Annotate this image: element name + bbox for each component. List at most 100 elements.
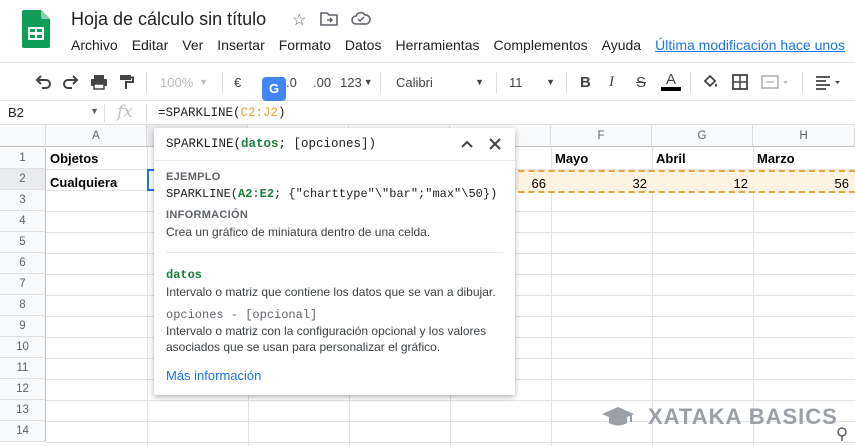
increase-decimals-button[interactable]: .00 xyxy=(313,71,331,93)
text-color-button[interactable]: A xyxy=(661,71,681,93)
sheets-app: Hoja de cálculo sin título ☆ Archivo Edi… xyxy=(0,0,855,446)
text-color-label: A xyxy=(665,71,676,88)
redo-icon[interactable] xyxy=(62,71,80,93)
row-header-3[interactable]: 3 xyxy=(0,190,46,211)
chevron-down-icon: ▼ xyxy=(363,77,373,87)
row-header-9[interactable]: 9 xyxy=(0,316,46,337)
merge-cells-icon[interactable] xyxy=(760,71,790,93)
cell-a2[interactable]: Cualquiera xyxy=(50,172,117,193)
font-family-select[interactable]: Calibri ▼ xyxy=(396,71,484,93)
arg2-name: opciones - [opcional] xyxy=(166,308,318,322)
italic-button[interactable]: I xyxy=(609,71,614,93)
menu-ayuda[interactable]: Ayuda xyxy=(595,37,648,55)
column-header-h[interactable]: H xyxy=(753,125,855,147)
google-translate-icon[interactable]: G xyxy=(262,77,286,101)
column-header-g[interactable]: G xyxy=(652,125,753,147)
arg1-name: datos xyxy=(166,268,203,282)
cell-f2[interactable]: 32 xyxy=(551,173,652,194)
cell-h2[interactable]: 56 xyxy=(753,173,854,194)
strikethrough-button[interactable]: S xyxy=(636,71,646,93)
row-header-11[interactable]: 11 xyxy=(0,358,46,379)
formula-input[interactable]: =SPARKLINE(C2:J2) xyxy=(158,106,286,120)
row-header-7[interactable]: 7 xyxy=(0,274,46,295)
signature-rest: ; [opciones]) xyxy=(278,137,377,151)
function-signature: SPARKLINE(datos; [opciones]) xyxy=(166,137,376,151)
text-color-swatch xyxy=(661,87,681,91)
undo-icon[interactable] xyxy=(34,71,52,93)
chevron-down-icon[interactable]: ▼ xyxy=(90,106,99,116)
paint-format-icon[interactable] xyxy=(118,71,134,93)
formula-help-popup: SPARKLINE(datos; [opciones]) EJEMPLO SPA… xyxy=(154,128,515,395)
font-family-value: Calibri xyxy=(396,74,433,90)
cell-a1[interactable]: Objetos xyxy=(50,148,98,169)
row-header-5[interactable]: 5 xyxy=(0,232,46,253)
row-header-10[interactable]: 10 xyxy=(0,337,46,358)
last-edit-link[interactable]: Última modificación hace unos xyxy=(655,37,845,55)
zoom-select[interactable]: 100% ▼ xyxy=(160,71,208,93)
menu-formato[interactable]: Formato xyxy=(272,37,338,55)
align-left-icon[interactable] xyxy=(814,71,844,93)
menu-insertar[interactable]: Insertar xyxy=(210,37,271,55)
example-range: A2:E2 xyxy=(238,187,275,201)
document-title[interactable]: Hoja de cálculo sin título xyxy=(71,9,266,30)
font-size-select[interactable]: 11 ▼ xyxy=(509,71,555,93)
arg2-description-line1: Intervalo o matriz con la configuración … xyxy=(166,324,487,338)
signature-arg: datos xyxy=(241,137,279,151)
formula-bar: B2 ▼ fx =SPARKLINE(C2:J2) xyxy=(0,101,855,125)
row-header-14[interactable]: 14 xyxy=(0,421,46,442)
row-header-4[interactable]: 4 xyxy=(0,211,46,232)
cell-g1[interactable]: Abril xyxy=(656,148,686,169)
info-text: Crea un gráfico de miniatura dentro de u… xyxy=(166,225,431,239)
arg1-description: Intervalo o matriz que contiene los dato… xyxy=(166,285,496,299)
close-icon[interactable] xyxy=(488,137,502,151)
signature-function: SPARKLINE( xyxy=(166,137,242,151)
collapse-icon[interactable] xyxy=(460,137,474,151)
watermark-text: XATAKA BASICS xyxy=(648,404,838,429)
menu-herramientas[interactable]: Herramientas xyxy=(388,37,486,55)
row-header-1[interactable]: 1 xyxy=(0,148,46,169)
cell-g2[interactable]: 12 xyxy=(652,173,753,194)
formula-suffix: ) xyxy=(278,106,286,120)
menu-datos[interactable]: Datos xyxy=(338,37,389,55)
print-icon[interactable] xyxy=(90,71,108,93)
menu-ver[interactable]: Ver xyxy=(175,37,210,55)
fx-icon: fx xyxy=(117,102,133,122)
star-icon[interactable]: ☆ xyxy=(292,10,306,30)
row-header-2[interactable]: 2 xyxy=(0,169,46,190)
explore-icon[interactable] xyxy=(834,426,850,442)
zoom-value: 100% xyxy=(160,74,194,90)
bold-button[interactable]: B xyxy=(580,71,591,93)
menu-editar[interactable]: Editar xyxy=(125,37,176,55)
currency-format-button[interactable]: € xyxy=(234,71,241,93)
folder-move-icon[interactable] xyxy=(320,11,338,26)
menu-bar: Archivo Editar Ver Insertar Formato Dato… xyxy=(64,37,845,55)
more-formats-select[interactable]: 123 ▼ xyxy=(340,71,373,93)
cell-f1[interactable]: Mayo xyxy=(555,148,588,169)
row-header-12[interactable]: 12 xyxy=(0,379,46,400)
menu-complementos[interactable]: Complementos xyxy=(486,37,594,55)
watermark: XATAKA BASICS xyxy=(600,404,838,430)
formula-range: C2:J2 xyxy=(240,106,279,120)
cell-h1[interactable]: Marzo xyxy=(757,148,795,169)
row-header-13[interactable]: 13 xyxy=(0,400,46,421)
chevron-down-icon: ▼ xyxy=(199,77,209,87)
column-header-f[interactable]: F xyxy=(551,125,652,147)
example-function: SPARKLINE( xyxy=(166,187,239,201)
sheets-logo[interactable] xyxy=(22,10,50,48)
fill-color-icon[interactable] xyxy=(701,71,719,93)
chevron-down-icon: ▼ xyxy=(546,77,555,87)
row-header-8[interactable]: 8 xyxy=(0,295,46,316)
more-info-link[interactable]: Más información xyxy=(166,368,261,383)
row-header-6[interactable]: 6 xyxy=(0,253,46,274)
name-box[interactable]: B2 xyxy=(8,105,24,120)
menu-archivo[interactable]: Archivo xyxy=(64,37,125,55)
cloud-status-icon[interactable] xyxy=(351,11,371,26)
more-formats-label: 123 xyxy=(340,74,362,90)
info-label: INFORMACIÓN xyxy=(166,209,249,221)
decrease-decimals-button[interactable]: .0 xyxy=(286,71,297,93)
select-all-corner[interactable] xyxy=(0,125,46,147)
column-header-a[interactable]: A xyxy=(46,125,147,147)
borders-icon[interactable] xyxy=(731,71,749,93)
formula-prefix: =SPARKLINE( xyxy=(158,106,241,120)
example-label: EJEMPLO xyxy=(166,171,221,183)
